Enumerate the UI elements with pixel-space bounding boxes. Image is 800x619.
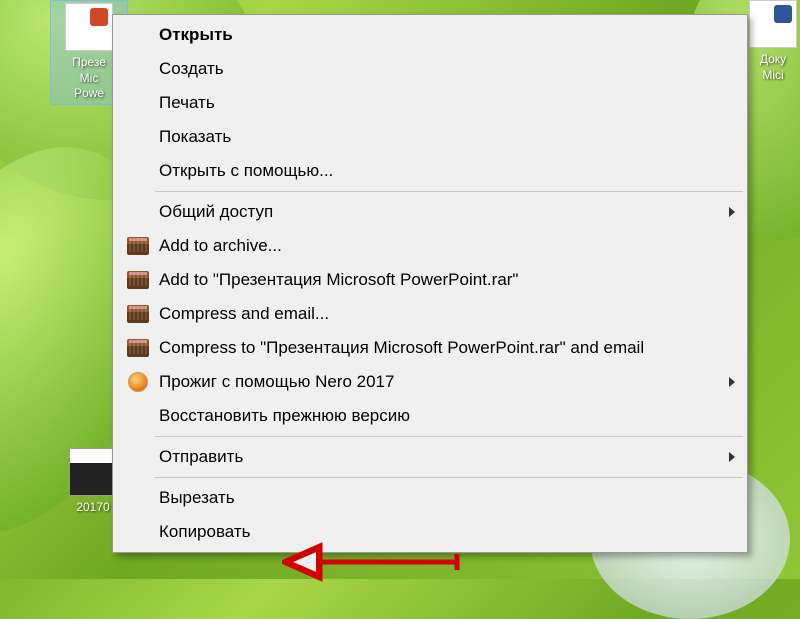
menu-nero-burn[interactable]: Прожиг с помощью Nero 2017	[115, 365, 745, 399]
menu-cut[interactable]: Вырезать	[115, 481, 745, 515]
menu-print[interactable]: Печать	[115, 86, 745, 120]
menu-create[interactable]: Создать	[115, 52, 745, 86]
menu-separator	[155, 436, 743, 437]
menu-rar-add-named[interactable]: Add to "Презентация Microsoft PowerPoint…	[115, 263, 745, 297]
menu-rar-add[interactable]: Add to archive...	[115, 229, 745, 263]
powerpoint-file-icon	[65, 3, 113, 51]
desktop-icon-label: Доку Mici	[748, 52, 798, 83]
menu-open-with[interactable]: Открыть с помощью...	[115, 154, 745, 188]
menu-separator	[155, 477, 743, 478]
winrar-icon	[127, 305, 149, 323]
menu-separator	[155, 191, 743, 192]
nero-icon	[128, 372, 148, 392]
submenu-arrow-icon	[729, 452, 735, 462]
submenu-arrow-icon	[729, 207, 735, 217]
menu-rar-compress-named-email[interactable]: Compress to "Презентация Microsoft Power…	[115, 331, 745, 365]
desktop-icon-word[interactable]: Доку Mici	[748, 0, 798, 83]
word-file-icon	[749, 0, 797, 48]
context-menu: Открыть Создать Печать Показать Открыть …	[112, 14, 748, 553]
menu-send[interactable]: Отправить	[115, 440, 745, 474]
winrar-icon	[127, 237, 149, 255]
winrar-icon	[127, 271, 149, 289]
menu-copy[interactable]: Копировать	[115, 515, 745, 549]
menu-restore-previous[interactable]: Восстановить прежнюю версию	[115, 399, 745, 433]
menu-sharing[interactable]: Общий доступ	[115, 195, 745, 229]
menu-open[interactable]: Открыть	[115, 18, 745, 52]
folder-icon	[69, 448, 117, 496]
menu-rar-compress-email[interactable]: Compress and email...	[115, 297, 745, 331]
winrar-icon	[127, 339, 149, 357]
menu-show[interactable]: Показать	[115, 120, 745, 154]
submenu-arrow-icon	[729, 377, 735, 387]
